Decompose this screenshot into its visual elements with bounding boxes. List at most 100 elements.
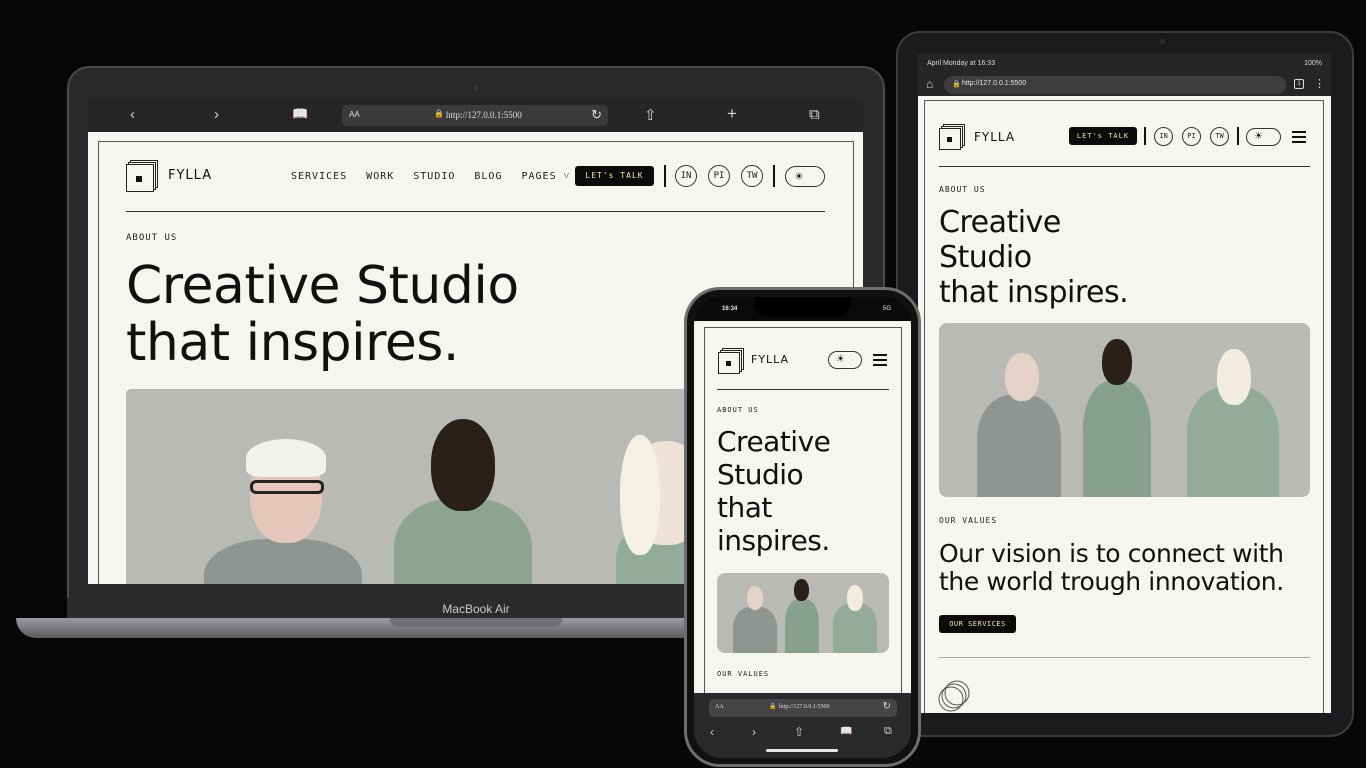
tablet-screen: April Monday at 16:33 100% ⌂ 🔒 http://12… <box>918 54 1331 713</box>
browser-toolbar: AA 🔒 http://127.0.0.1:5500 ↻ ‹ › ⇧ 📖 ⧉ <box>694 693 911 758</box>
hero-line: Studio <box>717 458 804 492</box>
status-time: April Monday at 16:33 <box>927 60 996 67</box>
header-rule <box>126 211 825 212</box>
vision-line: Our vision is to connect with <box>939 539 1284 568</box>
signal-status: 5G <box>882 306 891 312</box>
text-size-button[interactable]: AA <box>715 704 724 710</box>
logo-icon[interactable] <box>939 124 965 150</box>
social-pi[interactable]: PI <box>1182 127 1201 146</box>
phone-screen: 16:34 5G FYLLA ☀ ABOUT US Creative Studi… <box>694 297 911 758</box>
hero-line: inspires. <box>717 524 830 558</box>
brand-name[interactable]: FYLLA <box>974 130 1015 144</box>
reload-icon[interactable]: ↻ <box>591 107 602 123</box>
hamburger-icon[interactable] <box>1292 131 1306 146</box>
address-bar[interactable]: AA 🔒 http://127.0.0.1:5500 ↻ <box>709 699 897 717</box>
hero-line: Creative <box>717 425 831 458</box>
divider <box>1144 127 1146 145</box>
hero-line: that inspires. <box>939 274 1129 310</box>
theme-toggle[interactable]: ☀ <box>1246 128 1281 146</box>
nav-studio[interactable]: STUDIO <box>413 171 455 182</box>
social-in[interactable]: IN <box>1154 127 1173 146</box>
hero-line: Creative Studio <box>126 256 519 316</box>
hero-headline: Creative Studio that inspires. <box>717 425 831 558</box>
lock-icon: 🔒 <box>434 109 444 118</box>
browser-toolbar: ⌂ 🔒 http://127.0.0.1:5500 1 ⋮ <box>918 74 1331 96</box>
url-text: http://127.0.0.1:5500 <box>779 704 830 710</box>
back-icon[interactable]: ‹ <box>710 725 714 739</box>
vision-line: the world trough innovation. <box>939 567 1284 596</box>
header-rule <box>717 389 889 390</box>
values-kicker: OUR VALUES <box>717 670 770 678</box>
tabs-icon[interactable]: 1 <box>1294 79 1304 89</box>
nav-work[interactable]: WORK <box>366 171 394 182</box>
about-kicker: ABOUT US <box>126 233 178 243</box>
divider <box>664 165 666 187</box>
main-nav: SERVICES WORK STUDIO BLOG PAGES ˅ <box>291 171 570 182</box>
lock-icon: 🔒 <box>952 81 961 88</box>
rings-icon <box>938 680 970 712</box>
back-icon[interactable]: ‹ <box>130 106 135 123</box>
home-icon[interactable]: ⌂ <box>926 77 933 91</box>
theme-toggle[interactable]: ☀ <box>785 166 825 187</box>
tablet-page: FYLLA LET's TALK IN PI TW ☀ ABOUT US Cre… <box>918 96 1331 713</box>
brand-name[interactable]: FYLLA <box>751 353 789 366</box>
forward-icon[interactable]: › <box>214 106 219 123</box>
sun-icon: ☀ <box>1254 131 1263 142</box>
share-icon[interactable]: ⇧ <box>794 725 804 739</box>
text-size-button[interactable]: AA <box>349 110 360 119</box>
hero-line: Studio <box>939 239 1032 275</box>
nav-pages-label: PAGES <box>521 171 557 182</box>
laptop-camera <box>474 86 478 90</box>
social-in[interactable]: IN <box>675 165 697 187</box>
about-kicker: ABOUT US <box>939 185 986 194</box>
nav-blog[interactable]: BLOG <box>474 171 502 182</box>
section-rule <box>939 657 1310 658</box>
theme-toggle[interactable]: ☀ <box>828 351 862 369</box>
hero-headline: Creative Studio that inspires. <box>126 256 519 374</box>
hero-headline: Creative Studio that inspires. <box>939 205 1129 310</box>
more-icon[interactable]: ⋮ <box>1314 77 1325 90</box>
chevron-down-icon: ˅ <box>556 171 571 182</box>
tabs-icon[interactable]: ⧉ <box>809 106 820 123</box>
divider <box>1237 127 1239 145</box>
tabs-icon[interactable]: ⧉ <box>884 725 892 738</box>
lets-talk-button[interactable]: LET's TALK <box>575 166 654 186</box>
header-rule <box>939 166 1310 167</box>
team-photo <box>939 323 1310 497</box>
address-bar[interactable]: AA 🔒 http://127.0.0.1:5500 ↻ <box>342 105 608 126</box>
laptop-hinge <box>390 618 562 627</box>
book-icon[interactable]: 📖 <box>840 726 852 737</box>
hero-line: that <box>717 491 772 525</box>
reload-icon[interactable]: ↻ <box>883 701 891 712</box>
forward-icon[interactable]: › <box>752 725 756 739</box>
values-kicker: OUR VALUES <box>939 516 998 525</box>
social-tw[interactable]: TW <box>1210 127 1229 146</box>
hamburger-icon[interactable] <box>873 354 887 369</box>
social-pi[interactable]: PI <box>708 165 730 187</box>
address-bar[interactable]: 🔒 http://127.0.0.1:5500 <box>944 76 1286 94</box>
brand-name[interactable]: FYLLA <box>168 168 212 183</box>
hero-line: Creative <box>939 205 1061 240</box>
url-text: http://127.0.0.1:5500 <box>446 110 522 120</box>
nav-services[interactable]: SERVICES <box>291 171 347 182</box>
team-photo <box>126 389 776 584</box>
logo-icon[interactable] <box>718 348 744 374</box>
social-tw[interactable]: TW <box>741 165 763 187</box>
sun-icon: ☀ <box>794 171 804 183</box>
home-indicator[interactable] <box>766 749 838 752</box>
url-text: http://127.0.0.1:5500 <box>962 80 1027 87</box>
status-bar: April Monday at 16:33 100% <box>918 54 1331 74</box>
lets-talk-button[interactable]: LET's TALK <box>1069 127 1137 145</box>
our-services-button[interactable]: OUR SERVICES <box>939 615 1016 633</box>
hero-line: that inspires. <box>126 313 459 374</box>
share-icon[interactable]: ⇧ <box>644 106 657 124</box>
browser-toolbar: ‹ › 📖 AA 🔒 http://127.0.0.1:5500 ↻ ⇧ + ⧉ <box>88 99 863 132</box>
book-icon[interactable]: 📖 <box>292 106 308 122</box>
divider <box>773 165 775 187</box>
logo-icon[interactable] <box>126 160 158 192</box>
phone-notch <box>754 297 851 317</box>
vision-statement: Our vision is to connect with the world … <box>939 540 1284 596</box>
nav-pages[interactable]: PAGES ˅ <box>521 171 570 182</box>
new-tab-icon[interactable]: + <box>727 104 737 124</box>
tablet-camera <box>1160 39 1165 44</box>
